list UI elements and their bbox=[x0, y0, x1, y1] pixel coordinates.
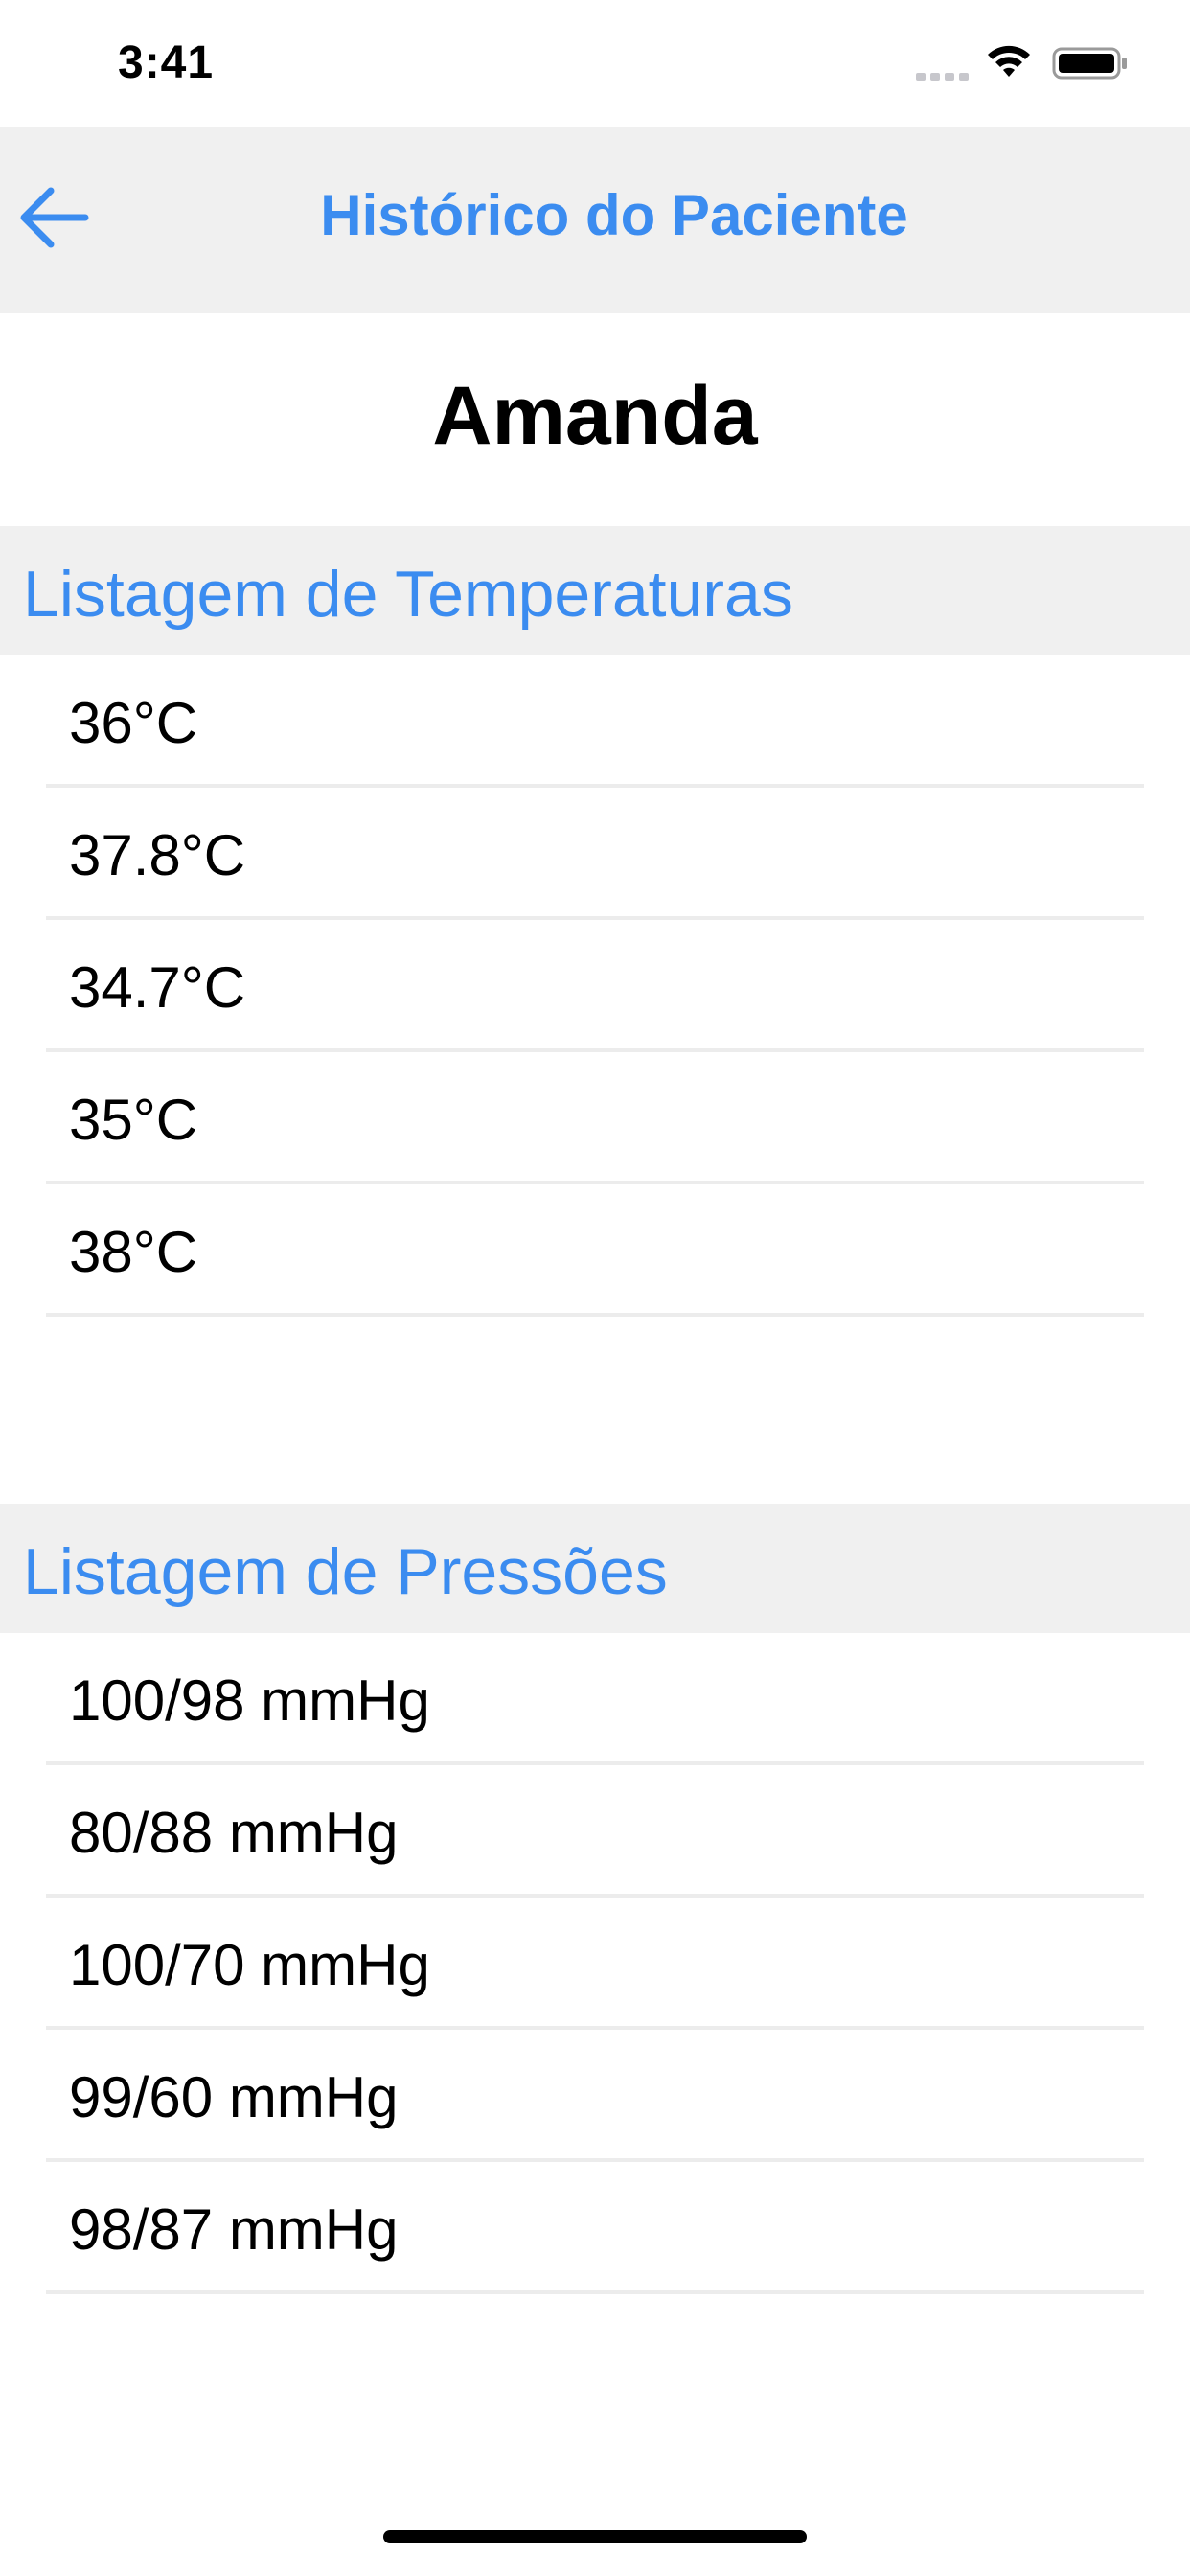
list-item[interactable]: 37.8°C bbox=[0, 788, 1190, 920]
section-header-temperatures: Listagem de Temperaturas bbox=[0, 526, 1190, 656]
temperature-list: 36°C 37.8°C 34.7°C 35°C 38°C bbox=[0, 656, 1190, 1317]
list-item[interactable]: 38°C bbox=[0, 1184, 1190, 1317]
temperature-value: 38°C bbox=[69, 1220, 198, 1284]
section-header-pressures: Listagem de Pressões bbox=[0, 1504, 1190, 1633]
pressure-value: 98/87 mmHg bbox=[69, 2197, 399, 2262]
list-item[interactable]: 34.7°C bbox=[0, 920, 1190, 1052]
temperature-value: 37.8°C bbox=[69, 823, 246, 887]
pressure-value: 100/70 mmHg bbox=[69, 1933, 430, 1997]
status-time: 3:41 bbox=[118, 37, 215, 88]
pressure-value: 99/60 mmHg bbox=[69, 2065, 399, 2129]
list-item[interactable]: 99/60 mmHg bbox=[0, 2030, 1190, 2162]
status-bar: 3:41 bbox=[0, 0, 1190, 126]
battery-icon bbox=[1052, 47, 1127, 80]
cellular-signal-icon bbox=[916, 73, 969, 80]
pressure-value: 80/88 mmHg bbox=[69, 1801, 399, 1865]
section-title-pressures: Listagem de Pressões bbox=[23, 1535, 668, 1608]
list-item[interactable]: 98/87 mmHg bbox=[0, 2162, 1190, 2294]
section-title-temperatures: Listagem de Temperaturas bbox=[23, 558, 793, 631]
temperature-value: 34.7°C bbox=[69, 955, 246, 1020]
home-indicator[interactable] bbox=[383, 2530, 807, 2543]
navigation-bar: Histórico do Paciente bbox=[0, 126, 1190, 313]
row-separator bbox=[46, 1313, 1144, 1317]
nav-title: Histórico do Paciente bbox=[320, 183, 908, 247]
temperature-value: 35°C bbox=[69, 1088, 198, 1152]
temperature-value: 36°C bbox=[69, 691, 198, 755]
list-item[interactable]: 35°C bbox=[0, 1052, 1190, 1184]
screen: 3:41 Histórico do Paciente Amanda Listag… bbox=[0, 0, 1190, 2576]
list-item[interactable]: 80/88 mmHg bbox=[0, 1765, 1190, 1898]
list-item[interactable]: 100/98 mmHg bbox=[0, 1633, 1190, 1765]
list-item[interactable]: 36°C bbox=[0, 656, 1190, 788]
wifi-icon bbox=[988, 45, 1030, 77]
pressure-list: 100/98 mmHg 80/88 mmHg 100/70 mmHg 99/60… bbox=[0, 1633, 1190, 2294]
patient-name: Amanda bbox=[432, 370, 758, 462]
list-item[interactable]: 100/70 mmHg bbox=[0, 1898, 1190, 2030]
row-separator bbox=[46, 2290, 1144, 2294]
pressure-value: 100/98 mmHg bbox=[69, 1668, 430, 1733]
